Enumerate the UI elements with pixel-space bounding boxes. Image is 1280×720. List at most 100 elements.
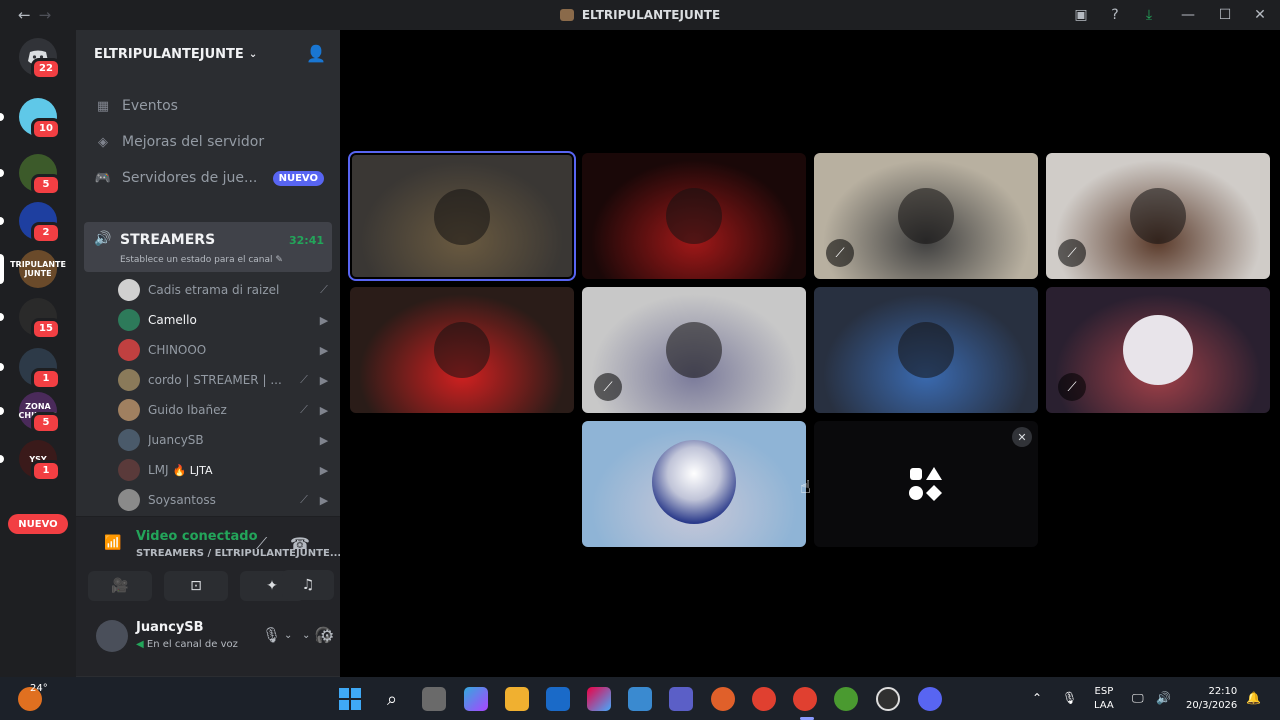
server-icon-4[interactable]: TRIPULANTE JUNTE: [10, 250, 66, 288]
video-tile[interactable]: ⟋: [814, 153, 1038, 279]
network-icon[interactable]: 🖵: [1132, 691, 1144, 705]
nav-item-1[interactable]: ▦ Eventos: [84, 90, 332, 122]
voice-member[interactable]: CHINOOO ▶: [118, 336, 332, 364]
video-tile[interactable]: [350, 287, 574, 413]
soundboard-button[interactable]: ♫: [282, 570, 334, 600]
activity-tile[interactable]: ✕: [814, 421, 1038, 547]
chrome-active-icon[interactable]: [793, 687, 817, 711]
chrome-icon[interactable]: [752, 687, 776, 711]
chrome-profile-icon[interactable]: [834, 687, 858, 711]
obs-icon[interactable]: [876, 687, 900, 711]
home-dm-button[interactable]: 22: [19, 38, 61, 80]
tray-chevron-icon[interactable]: ⌃: [1032, 691, 1042, 705]
server-icon-8[interactable]: YSY 1: [19, 440, 61, 482]
task-view-icon[interactable]: [422, 687, 446, 711]
unread-badge: 22: [31, 58, 61, 80]
notifications-icon[interactable]: 🔔: [1246, 691, 1261, 705]
video-tile[interactable]: [814, 287, 1038, 413]
m365-icon[interactable]: [587, 687, 611, 711]
video-tile[interactable]: ⟋: [1046, 287, 1270, 413]
activities-icon: ✦: [266, 578, 278, 594]
nav-item-label: Mejoras del servidor: [122, 134, 265, 150]
server-icon-7[interactable]: ZONA CHILENA5: [19, 392, 61, 434]
discord-taskbar-icon[interactable]: [918, 687, 942, 711]
voice-member[interactable]: Camello ▶: [118, 306, 332, 334]
toggle-camera-button[interactable]: 🎥: [88, 571, 152, 601]
participant-figure: [434, 322, 490, 379]
voice-member[interactable]: Soysantoss ⟋ ▶: [118, 486, 332, 514]
minimize-icon[interactable]: —: [1166, 7, 1210, 23]
nuevo-pill[interactable]: NUEVO: [8, 514, 68, 534]
unread-server-pill: [0, 455, 4, 463]
camera-off-icon: 🎥: [111, 578, 129, 594]
avatar: [118, 309, 140, 331]
help-icon[interactable]: ?: [1098, 7, 1132, 23]
server-list: 22 10 5 2 TRIPULANTE JUNTE 15 1ZONA CHILENA5 Y…: [0, 30, 76, 677]
nav-item-2[interactable]: ◈ Mejoras del servidor: [84, 126, 332, 158]
close-tile-icon[interactable]: ✕: [1012, 427, 1032, 447]
download-icon[interactable]: ⤓: [1132, 7, 1166, 23]
share-screen-button[interactable]: ⊡: [164, 571, 228, 601]
clock[interactable]: 22:10 20/3/2026: [1186, 685, 1237, 713]
mic-options-chevron-icon[interactable]: ⌄: [284, 630, 292, 641]
avatar[interactable]: [96, 620, 128, 652]
member-name: Soysantoss: [148, 493, 216, 507]
server-name: ELTRIPULANTEJUNTE: [94, 46, 244, 62]
member-name: Cadis etrama di raizel: [148, 283, 280, 297]
tray-mic-icon[interactable]: 🎙: [1062, 691, 1077, 705]
video-tile[interactable]: ⟋: [582, 287, 806, 413]
volume-icon[interactable]: 🔊: [1156, 691, 1171, 705]
start-button[interactable]: [338, 687, 362, 711]
disconnect-icon[interactable]: ☎: [290, 534, 310, 553]
avatar: [118, 399, 140, 421]
status-prompt-text: Establece un estado para el canal: [120, 255, 273, 265]
language-indicator[interactable]: ESP LAA: [1094, 685, 1114, 713]
voice-connected-channel[interactable]: STREAMERS / ELTRIPULANTEJUNTE...: [136, 548, 341, 559]
inbox-icon[interactable]: ▣: [1064, 7, 1098, 23]
settings-gear-icon[interactable]: ⚙: [320, 626, 334, 645]
channel-status-prompt[interactable]: Establece un estado para el canal ✎: [120, 255, 283, 265]
app-orange-icon[interactable]: [711, 687, 735, 711]
file-explorer-icon[interactable]: [505, 687, 529, 711]
camera-icon: ▶: [319, 433, 329, 447]
invite-people-icon[interactable]: 👤: [306, 44, 326, 63]
voice-member[interactable]: Guido Ibañez ⟋ ▶: [118, 396, 332, 424]
video-tile[interactable]: [582, 421, 806, 547]
nav-item-3[interactable]: 🎮 Servidores de jue... NUEVO: [84, 162, 332, 194]
mic-off-icon: ⟋: [320, 283, 328, 296]
voice-member[interactable]: cordo | STREAMER | ... ⟋ ▶: [118, 366, 332, 394]
signal-icon[interactable]: 📶: [104, 535, 121, 551]
mic-off-icon: ⟋: [826, 239, 854, 267]
teams-icon[interactable]: [669, 687, 693, 711]
camera-icon: ▶: [319, 373, 329, 387]
outlook-icon[interactable]: [546, 687, 570, 711]
search-icon[interactable]: ⌕: [380, 687, 404, 711]
copilot-icon[interactable]: [464, 687, 488, 711]
member-name: Camello: [148, 313, 197, 327]
server-icon-5[interactable]: 15: [19, 298, 61, 340]
soundboard-icon: ♫: [301, 577, 315, 593]
unread-badge: 10: [31, 118, 61, 140]
voice-channel-streamers[interactable]: 🔊 STREAMERS 32:41 Establece un estado pa…: [84, 222, 332, 272]
video-tile[interactable]: [582, 153, 806, 279]
maximize-icon[interactable]: ☐: [1210, 7, 1240, 23]
headphone-options-chevron-icon[interactable]: ⌄: [302, 630, 310, 641]
video-tile[interactable]: [348, 151, 576, 281]
voice-member[interactable]: JuancySB ▶: [118, 426, 332, 454]
close-icon[interactable]: ✕: [1240, 7, 1280, 23]
noise-suppression-icon[interactable]: ⟋: [256, 534, 267, 554]
server-icon-6[interactable]: 1: [19, 348, 61, 390]
server-icon-2[interactable]: 5: [19, 154, 61, 196]
user-status-text: En el canal de voz: [146, 639, 238, 650]
voice-member[interactable]: LMJ 🔥 LJTA ▶: [118, 456, 332, 484]
server-header[interactable]: ELTRIPULANTEJUNTE ⌄ 👤: [76, 30, 340, 78]
mouse-cursor-icon: ☝: [800, 477, 811, 498]
server-icon-1[interactable]: 10: [19, 98, 61, 140]
video-tile[interactable]: ⟋: [1046, 153, 1270, 279]
voice-member[interactable]: Cadis etrama di raizel ⟋: [118, 276, 332, 304]
microphone-icon[interactable]: 🎙: [262, 626, 281, 644]
user-name[interactable]: JuancySB: [136, 620, 204, 635]
server-icon-3[interactable]: 2: [19, 202, 61, 244]
store-icon[interactable]: [628, 687, 652, 711]
activities-large-icon: [909, 467, 942, 501]
